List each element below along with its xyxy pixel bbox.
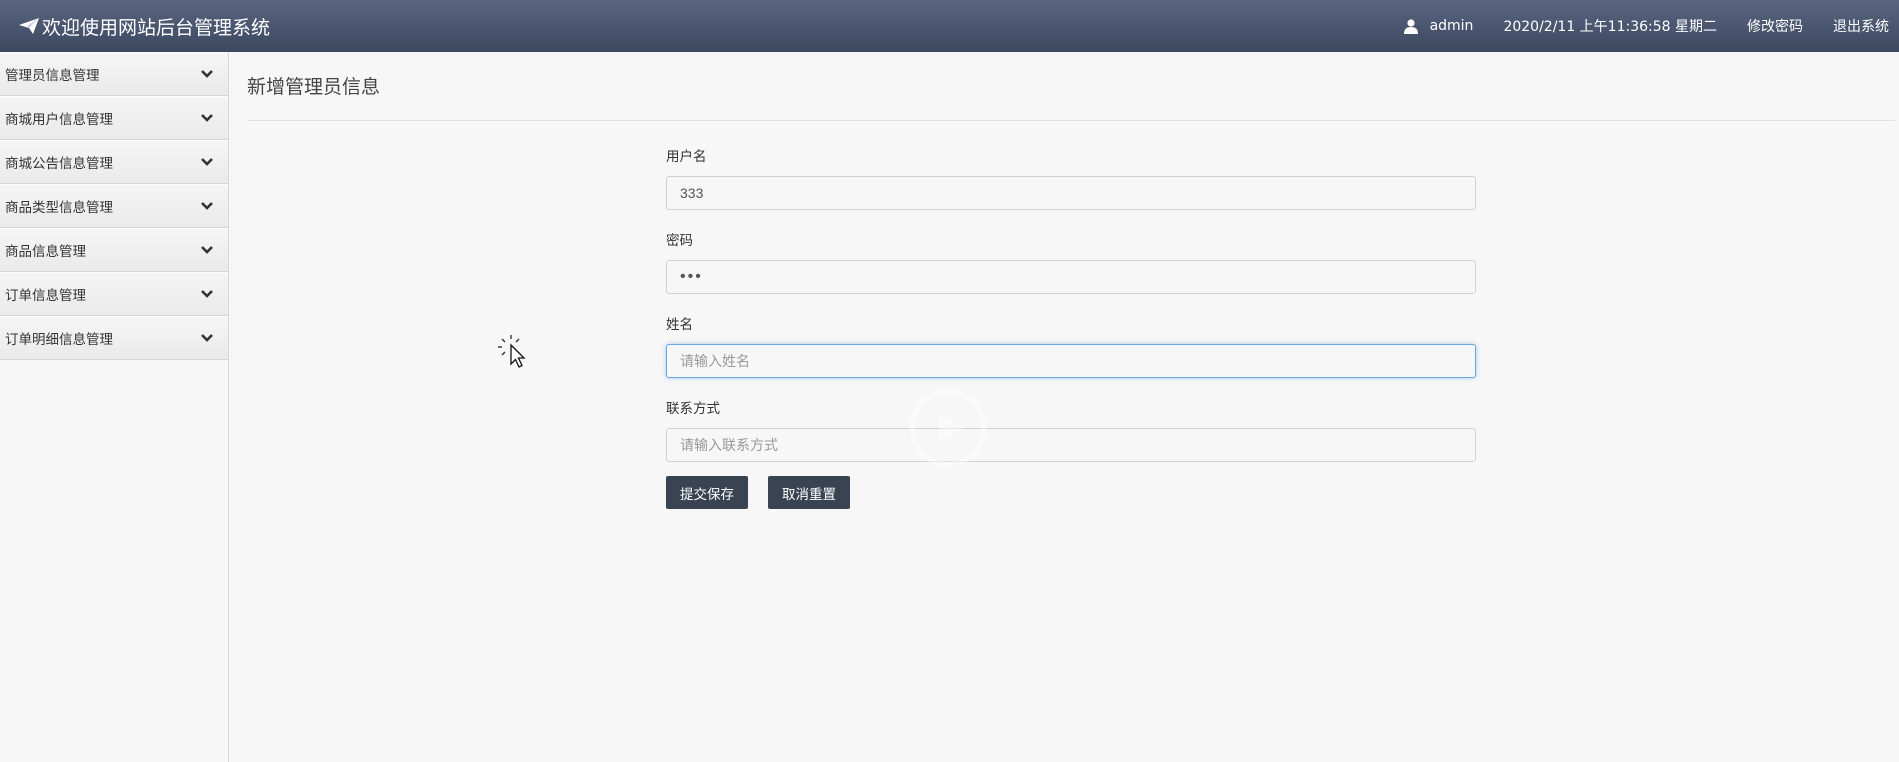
sidebar-item-label: 订单明细信息管理 — [5, 332, 113, 348]
paper-plane-icon — [19, 18, 39, 34]
brand[interactable]: 欢迎使用网站后台管理系统 — [18, 12, 270, 40]
password-label: 密码 — [666, 233, 693, 249]
username-input[interactable] — [666, 176, 1476, 210]
sidebar-item-order-info[interactable]: 订单信息管理 — [0, 272, 228, 316]
change-password-link[interactable]: 修改密码 — [1747, 16, 1803, 36]
logout-link[interactable]: 退出系统 — [1833, 16, 1889, 36]
mouse-cursor-icon — [498, 335, 526, 368]
add-admin-form: 用户名 密码 姓名 联系方式 提交保存 取消重置 — [666, 147, 1476, 509]
username-label: 用户名 — [666, 149, 707, 165]
sidebar-item-product-type-info[interactable]: 商品类型信息管理 — [0, 184, 228, 228]
sidebar-item-label: 订单信息管理 — [5, 288, 86, 304]
sidebar-item-label: 管理员信息管理 — [5, 68, 100, 84]
sidebar-item-product-info[interactable]: 商品信息管理 — [0, 228, 228, 272]
sidebar: 管理员信息管理 商城用户信息管理 商城公告信息管理 商品类型信息管理 商品信息管… — [0, 52, 229, 762]
main-content: 新增管理员信息 用户名 密码 姓名 联系方式 提交保存 取消重置 — [230, 52, 1899, 762]
top-right-menu: admin 2020/2/11 上午11:36:58 星期二 修改密码 退出系统 — [1374, 0, 1889, 52]
sidebar-item-label: 商品信息管理 — [5, 244, 86, 260]
username-label: admin — [1429, 18, 1474, 34]
form-actions: 提交保存 取消重置 — [666, 476, 1476, 509]
sidebar-item-label: 商城用户信息管理 — [5, 112, 113, 128]
sidebar-item-order-detail-info[interactable]: 订单明细信息管理 — [0, 316, 228, 360]
chevron-down-icon — [201, 114, 213, 122]
chevron-down-icon — [201, 70, 213, 78]
cancel-reset-button[interactable]: 取消重置 — [768, 476, 850, 509]
top-navbar: 欢迎使用网站后台管理系统 admin 2020/2/11 上午11:36:58 … — [0, 0, 1899, 52]
page-title: 新增管理员信息 — [247, 76, 381, 98]
chevron-down-icon — [201, 246, 213, 254]
name-label: 姓名 — [666, 317, 693, 333]
sidebar-item-user-info[interactable]: 商城用户信息管理 — [0, 96, 228, 140]
user-icon — [1403, 18, 1418, 34]
password-input[interactable] — [666, 260, 1476, 294]
current-user[interactable]: admin — [1403, 18, 1474, 34]
chevron-down-icon — [201, 290, 213, 298]
sidebar-item-label: 商品类型信息管理 — [5, 200, 113, 216]
contact-label: 联系方式 — [666, 401, 720, 417]
contact-input[interactable] — [666, 428, 1476, 462]
name-input[interactable] — [666, 344, 1476, 378]
sidebar-item-label: 商城公告信息管理 — [5, 156, 113, 172]
sidebar-item-announcement-info[interactable]: 商城公告信息管理 — [0, 140, 228, 184]
sidebar-item-admin-info[interactable]: 管理员信息管理 — [0, 52, 228, 96]
app-title: 欢迎使用网站后台管理系统 — [42, 16, 271, 39]
chevron-down-icon — [201, 334, 213, 342]
chevron-down-icon — [201, 158, 213, 166]
title-divider — [247, 120, 1895, 121]
play-overlay-icon — [909, 389, 987, 467]
chevron-down-icon — [201, 202, 213, 210]
datetime-display: 2020/2/11 上午11:36:58 星期二 — [1503, 19, 1717, 35]
submit-save-button[interactable]: 提交保存 — [666, 476, 748, 509]
